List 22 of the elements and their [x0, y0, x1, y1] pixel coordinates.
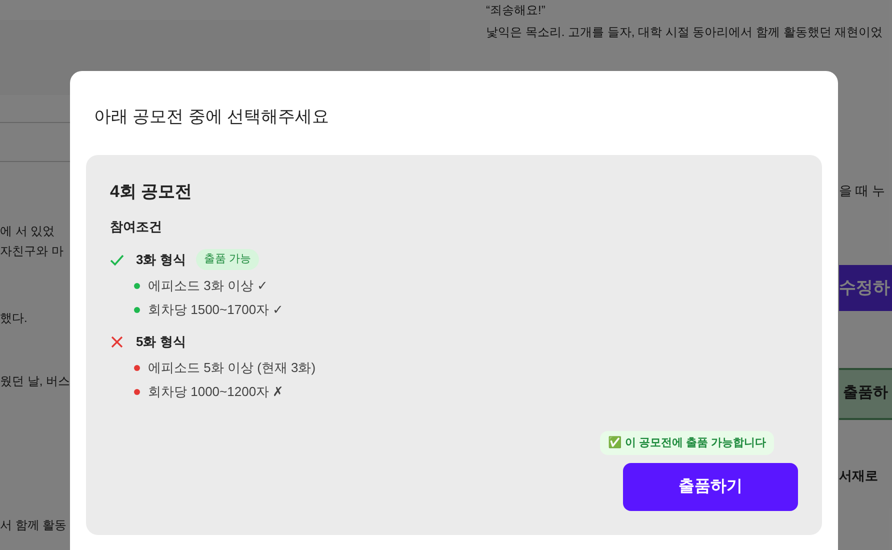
conditions-label: 참여조건: [110, 218, 163, 236]
format-name: 5화 형식: [136, 332, 186, 351]
status-tag: 출품 가능: [196, 249, 259, 270]
format-name: 3화 형식: [136, 250, 186, 269]
modal-title: 아래 공모전 중에 선택해주세요: [93, 106, 330, 128]
contest-title: 4회 공모전: [110, 181, 194, 203]
contest-card[interactable]: 4회 공모전 참여조건 3화 형식 출품 가능 에피소드 3화 이상 ✓ 회차당 1500~1700자 ✓ 5화 형식 에피소드 5화 이상 (현재 3화) 회차당 1000~1200자 ✗ ✅ 이 공모전에 출품 가능합니다 출품하기: [86, 155, 822, 535]
story-text: 낯익은 목소리. 고개를 들자, 대학 시절 동아리에서 함께 활동했던 재현이었: [485, 24, 884, 41]
requirement-text: 회차당 1000~1200자 ✗: [148, 382, 284, 401]
story-text: 했다.: [0, 310, 28, 327]
eligibility-note: ✅ 이 공모전에 출품 가능합니다: [600, 430, 774, 455]
requirement-text: 에피소드 5화 이상 (현재 3화): [148, 358, 316, 377]
story-text: “죄송해요!”: [485, 2, 546, 19]
story-text: 을 때 누: [839, 182, 886, 200]
requirement-text: 회차당 1500~1700자 ✓: [148, 300, 284, 319]
story-text: 자친구와 마: [0, 243, 64, 260]
requirement-text: 에피소드 3화 이상 ✓: [148, 276, 268, 295]
submit-button[interactable]: 출품하기: [623, 463, 798, 511]
story-text: 에 서 있었: [0, 223, 55, 240]
story-text: 웠던 날, 버스: [0, 373, 70, 390]
library-link[interactable]: 서재로: [839, 466, 878, 485]
story-text: 서 함께 활동: [0, 517, 67, 534]
